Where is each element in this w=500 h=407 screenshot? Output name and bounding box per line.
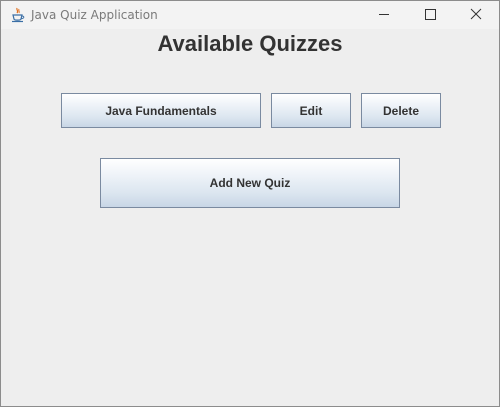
page-title: Available Quizzes <box>157 31 343 56</box>
minimize-icon <box>379 14 389 15</box>
add-new-quiz-button[interactable]: Add New Quiz <box>100 158 400 208</box>
edit-quiz-button[interactable]: Edit <box>271 93 351 128</box>
quiz-java-fundamentals-button[interactable]: Java Fundamentals <box>61 93 261 128</box>
java-cup-icon <box>10 7 26 23</box>
close-button[interactable] <box>453 1 499 29</box>
application-window: Java Quiz Application Available Quizzes … <box>0 0 500 407</box>
window-title: Java Quiz Application <box>31 8 158 22</box>
close-icon <box>470 8 482 20</box>
delete-quiz-button[interactable]: Delete <box>361 93 441 128</box>
minimize-button[interactable] <box>361 1 407 29</box>
content-panel: Available Quizzes Java Fundamentals Edit… <box>1 29 499 406</box>
title-bar[interactable]: Java Quiz Application <box>1 1 499 29</box>
maximize-button[interactable] <box>407 1 453 29</box>
maximize-icon <box>425 9 436 20</box>
